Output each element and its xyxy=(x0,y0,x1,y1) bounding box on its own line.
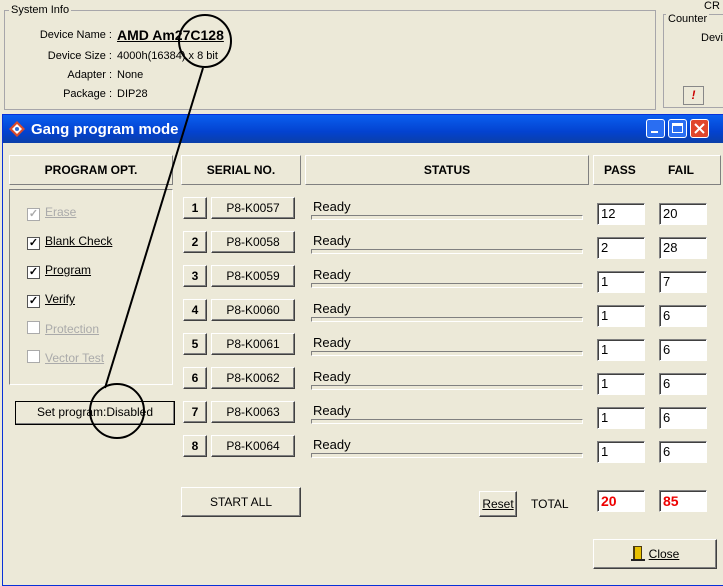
annotation-line xyxy=(104,67,204,389)
